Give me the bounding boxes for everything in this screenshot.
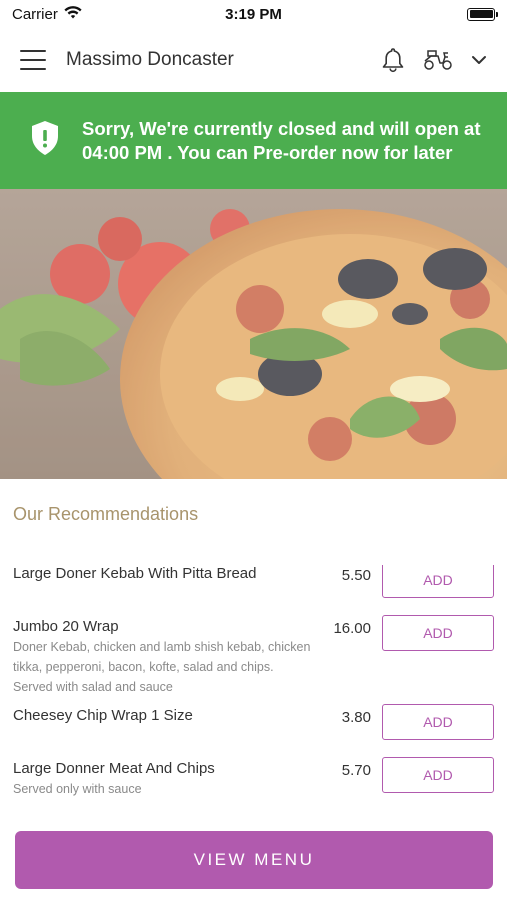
- item-price: 3.80: [341, 709, 371, 726]
- status-bar: Carrier 3:19 PM: [0, 0, 507, 28]
- delivery-scooter-icon[interactable]: [423, 49, 453, 71]
- list-item: Large Donner Meat And Chips Served only …: [0, 757, 507, 820]
- add-button[interactable]: ADD: [382, 704, 494, 740]
- wifi-icon: [64, 5, 82, 23]
- app-header: Massimo Doncaster: [0, 28, 507, 92]
- shield-alert-icon: [30, 120, 62, 161]
- view-menu-button[interactable]: VIEW MENU: [15, 831, 493, 889]
- carrier-label: Carrier: [12, 5, 58, 23]
- hero-pizza-image: [0, 189, 507, 479]
- header-actions: [381, 47, 487, 73]
- item-price: 5.50: [341, 567, 371, 584]
- add-button[interactable]: ADD: [382, 565, 494, 598]
- add-button[interactable]: ADD: [382, 615, 494, 651]
- item-price: 16.00: [333, 620, 371, 637]
- hamburger-menu-icon[interactable]: [20, 50, 46, 70]
- list-item: Large Doner Kebab With Pitta Bread 5.50 …: [0, 565, 507, 618]
- list-item: Jumbo 20 Wrap Doner Kebab, chicken and l…: [0, 615, 507, 707]
- recommendations-list: Large Doner Kebab With Pitta Bread 5.50 …: [0, 565, 507, 820]
- battery-icon: [467, 7, 498, 21]
- closed-notice-text: Sorry, We're currently closed and will o…: [82, 117, 481, 163]
- item-description: Doner Kebab, chicken and lamb shish keba…: [13, 640, 311, 694]
- section-title-recommendations: Our Recommendations: [13, 504, 199, 524]
- item-price: 5.70: [341, 762, 371, 779]
- status-left: Carrier: [12, 6, 82, 23]
- item-description: Served only with sauce: [13, 782, 142, 796]
- chevron-down-icon[interactable]: [471, 55, 487, 65]
- list-item: Cheesey Chip Wrap 1 Size 3.80 ADD: [0, 704, 507, 760]
- notification-bell-icon[interactable]: [381, 47, 405, 73]
- page-title: Massimo Doncaster: [66, 49, 234, 70]
- add-button[interactable]: ADD: [382, 757, 494, 793]
- closed-notice-banner: Sorry, We're currently closed and will o…: [0, 92, 507, 189]
